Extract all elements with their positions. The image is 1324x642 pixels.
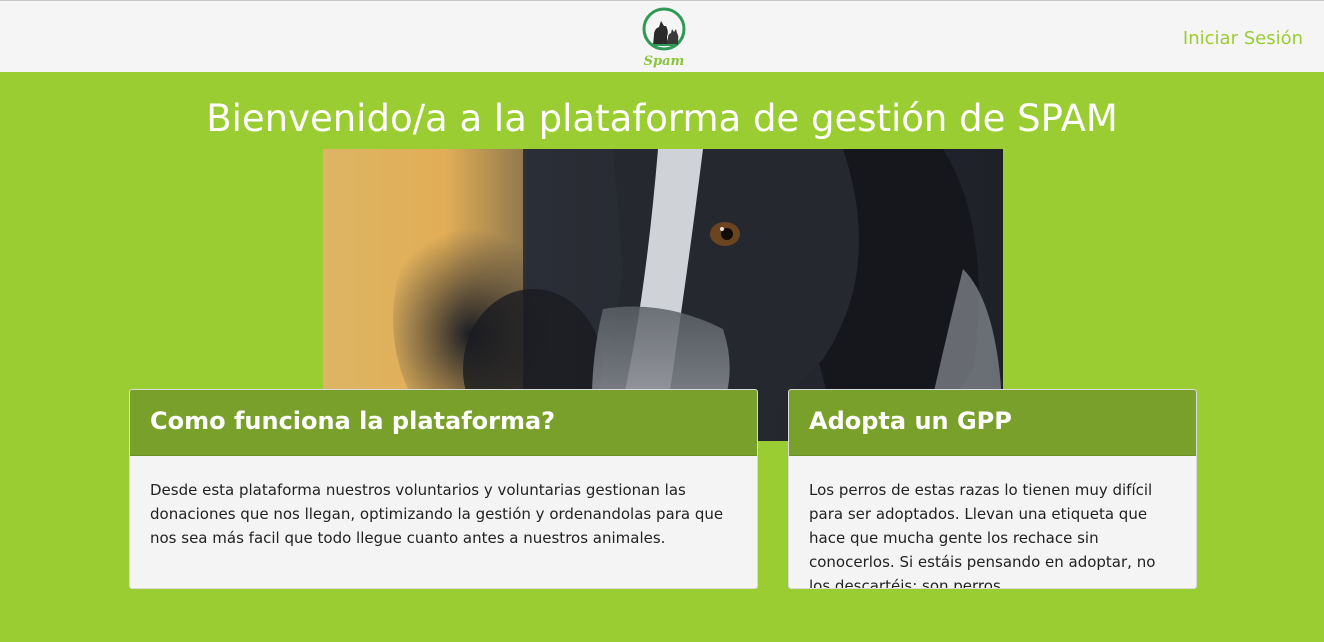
login-link[interactable]: Iniciar Sesión — [1183, 28, 1303, 49]
spam-logo[interactable]: Spam — [639, 5, 689, 71]
adopt-gpp-card: Adopta un GPP Los perros de estas razas … — [788, 389, 1197, 589]
navbar: Spam Iniciar Sesión — [0, 0, 1324, 72]
card-body: Desde esta plataforma nuestros voluntari… — [130, 456, 757, 550]
card-text: Desde esta plataforma nuestros voluntari… — [150, 481, 724, 547]
how-it-works-card: Como funciona la plataforma? Desde esta … — [129, 389, 758, 589]
logo-wordmark: Spam — [644, 54, 685, 69]
card-title: Adopta un GPP — [789, 390, 1196, 456]
card-body: Los perros de estas razas lo tienen muy … — [789, 456, 1196, 589]
page-title: Bienvenido/a a la plataforma de gestión … — [206, 97, 1118, 140]
card-title: Como funciona la plataforma? — [130, 390, 757, 456]
card-text: Los perros de estas razas lo tienen muy … — [809, 481, 1156, 589]
